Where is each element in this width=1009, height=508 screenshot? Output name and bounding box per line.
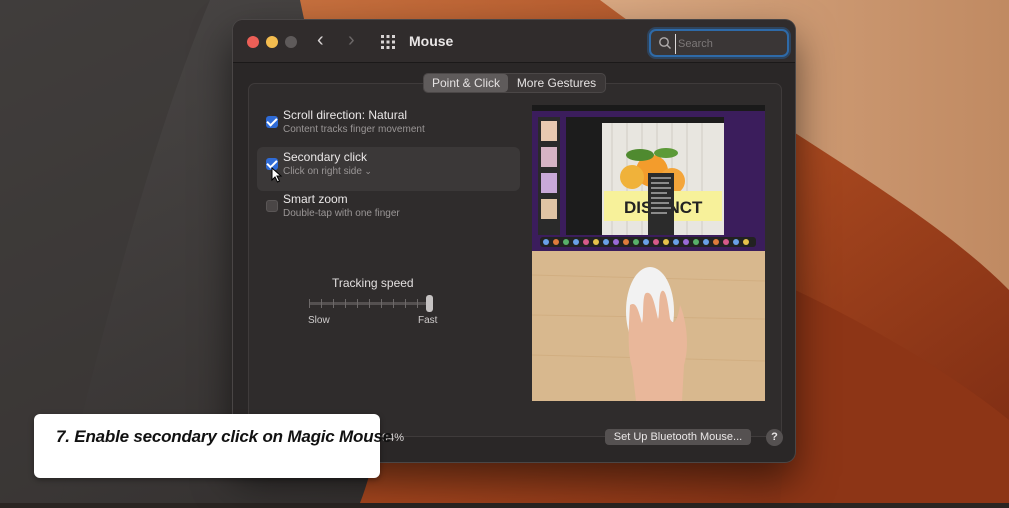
- tracking-speed-slider[interactable]: [309, 295, 433, 313]
- option-title: Scroll direction: Natural: [283, 108, 408, 122]
- option-subtitle: Double-tap with one finger: [283, 208, 400, 219]
- mouse-preferences-window: ‹ › Mouse Point & Click More Gestures Sc…: [233, 20, 795, 462]
- tab-bar: Point & Click More Gestures: [423, 73, 606, 93]
- option-subtitle: Content tracks finger movement: [283, 124, 425, 135]
- tab-more-gestures[interactable]: More Gestures: [508, 74, 605, 92]
- search-icon: [659, 37, 671, 49]
- zoom-button[interactable]: [285, 36, 297, 48]
- help-button[interactable]: ?: [766, 429, 783, 446]
- search-field[interactable]: [649, 29, 789, 57]
- option-secondary-click[interactable]: Secondary click Click on right side: [257, 147, 520, 191]
- option-title: Smart zoom: [283, 192, 348, 206]
- setup-bluetooth-mouse-button[interactable]: Set Up Bluetooth Mouse...: [605, 429, 751, 445]
- tracking-speed-label: Tracking speed: [332, 276, 414, 290]
- tab-point-and-click[interactable]: Point & Click: [424, 74, 508, 92]
- option-scroll-direction[interactable]: Scroll direction: Natural Content tracks…: [257, 105, 520, 149]
- scroll-direction-checkbox[interactable]: [266, 116, 278, 128]
- smart-zoom-checkbox[interactable]: [266, 200, 278, 212]
- title-bar: ‹ › Mouse: [233, 20, 795, 63]
- slow-label: Slow: [308, 315, 330, 326]
- slider-tick: [417, 299, 418, 308]
- gesture-preview-video: DISTINCT: [532, 105, 765, 401]
- tutorial-caption: 7. Enable secondary click on Magic Mouse: [34, 414, 392, 478]
- slider-track: [309, 302, 431, 305]
- slider-knob[interactable]: [426, 295, 433, 312]
- slider-tick: [357, 299, 358, 308]
- search-input[interactable]: [675, 34, 784, 54]
- slider-tick: [345, 299, 346, 308]
- slider-tick: [369, 299, 370, 308]
- window-title: Mouse: [409, 33, 454, 49]
- option-smart-zoom[interactable]: Smart zoom Double-tap with one finger: [257, 189, 520, 233]
- slider-tick: [321, 299, 322, 308]
- fast-label: Fast: [418, 315, 438, 326]
- show-all-grid-icon[interactable]: [381, 35, 395, 49]
- back-chevron-icon[interactable]: ‹: [317, 30, 324, 50]
- forward-chevron-icon[interactable]: ›: [348, 30, 355, 50]
- slider-tick: [393, 299, 394, 308]
- option-title: Secondary click: [283, 150, 368, 164]
- slider-tick: [309, 299, 310, 308]
- slider-tick: [405, 299, 406, 308]
- close-button[interactable]: [247, 36, 259, 48]
- minimize-button[interactable]: [266, 36, 278, 48]
- mouse-cursor-icon: [271, 167, 283, 183]
- caption-text: 7. Enable secondary click on Magic Mouse: [56, 427, 392, 446]
- slider-tick: [381, 299, 382, 308]
- slider-tick: [333, 299, 334, 308]
- secondary-click-side-menu[interactable]: Click on right side: [283, 166, 372, 177]
